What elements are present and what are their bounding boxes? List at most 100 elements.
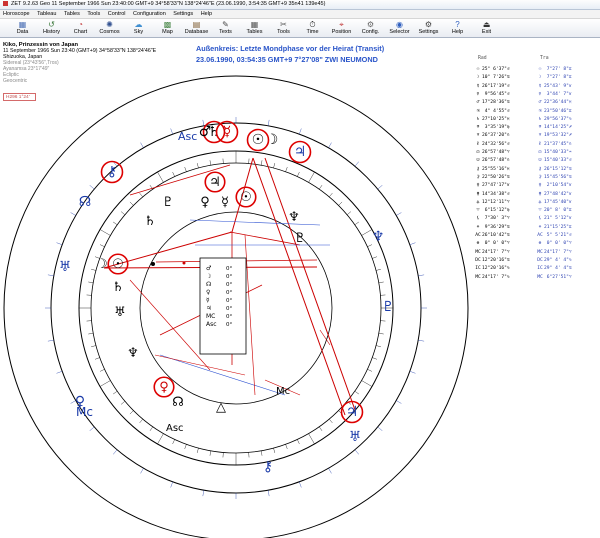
aspect-line [154, 354, 246, 376]
degree-tick [99, 380, 111, 387]
outer-tick [267, 119, 270, 126]
outer-tick [89, 185, 95, 190]
jupiter-inner-circled-icon: ♃ [209, 175, 221, 190]
aspect-glyph: ☊ [206, 281, 211, 288]
degree-tick [372, 357, 378, 360]
degree-tick [329, 418, 333, 424]
uranus-outer-2-icon: ♅ [349, 429, 362, 445]
degree-tick [157, 433, 164, 445]
pluto-outer-icon: ♇ [382, 299, 395, 315]
outer-tick [70, 212, 76, 216]
degree-tick [184, 166, 187, 172]
aspect-glyph: ♃ [206, 305, 211, 312]
aspect-orb: 0° [226, 274, 232, 280]
outer-tick [89, 426, 95, 431]
degree-tick [308, 171, 315, 183]
degree-tick [113, 391, 118, 395]
outer-tick [328, 142, 332, 148]
outer-tick [170, 481, 173, 488]
mc-label-inner: Mc [276, 386, 290, 397]
degree-tick [297, 171, 300, 177]
degree-tick [149, 426, 153, 431]
aspect-glyph: MC [206, 313, 215, 320]
aspect-orb: 0° [226, 298, 232, 304]
degree-tick [329, 192, 333, 198]
degree-tick [319, 185, 323, 190]
node-inner-icon: ☊ [172, 395, 184, 410]
degree-tick [376, 268, 381, 271]
degree-tick [129, 410, 134, 415]
outer-tick [267, 490, 270, 497]
aspect-line [229, 231, 301, 246]
degree-tick [260, 450, 263, 456]
neptune-inner-icon: ♆ [288, 210, 300, 225]
axis-dot [151, 262, 155, 266]
triangle-inner-icon: △ [216, 400, 226, 415]
aspect-line [159, 354, 286, 396]
outer-tick [377, 185, 383, 190]
degree-tick [297, 439, 300, 445]
outer-tick [47, 339, 54, 342]
moon-inner-circled-icon: ☉ [112, 257, 124, 272]
degree-tick [354, 391, 359, 395]
degree-tick [260, 160, 263, 166]
aspect-glyph: ♂ [206, 265, 211, 272]
degree-tick [378, 281, 384, 284]
venus-inner-icon: ♀ [200, 195, 210, 210]
outer-tick [354, 449, 359, 455]
degree-tick [120, 211, 126, 215]
aspect-line [252, 157, 346, 416]
uranus-inner-icon: ♅ [114, 305, 126, 320]
degree-tick [99, 229, 111, 236]
degree-tick [354, 221, 359, 225]
degree-tick [196, 448, 199, 453]
chiron-outer-2-icon: ⚷ [263, 459, 273, 475]
chiron-outer-circled-icon: ⚷ [107, 164, 117, 180]
outer-tick [409, 242, 416, 245]
degree-tick [285, 166, 288, 172]
outer-tick [396, 212, 402, 216]
aspect-orb: 0° [226, 290, 232, 296]
degree-tick [273, 448, 276, 453]
aspect-line [264, 157, 356, 411]
aspect-glyph: ♀ [206, 289, 210, 296]
aspect-line [129, 279, 211, 371]
outer-tick [56, 242, 63, 245]
degree-tick [120, 401, 126, 405]
neptune-inner-2-icon: ♆ [127, 346, 139, 361]
degree-tick [367, 369, 373, 372]
node-outer-icon: ☊ [79, 194, 91, 210]
aspect-line [189, 219, 321, 226]
moon-outer-icon: ☽ [266, 132, 279, 148]
degree-tick [172, 171, 175, 177]
degree-tick [139, 418, 143, 424]
aspect-orb: 0° [226, 314, 232, 320]
degree-tick [129, 201, 134, 206]
outer-tick [202, 490, 205, 497]
degree-tick [172, 439, 175, 445]
asc-label-outer: Asc [178, 130, 197, 143]
aspect-line [244, 234, 256, 396]
outer-tick [354, 161, 359, 167]
aspect-glyph: ☿ [206, 297, 210, 304]
mercury-inner-icon: ☿ [221, 195, 229, 210]
horoscope-wheel[interactable]: ♄♂ ☿ ☉ ☽♃⚷☊♅♆♇♀♃♅⚷♃♀ ☿ ☉♇♆♄☉☽♄♅♆♇♀☊ △ ♂ 0°☽ 0°☊ 0… [0, 0, 600, 538]
outer-tick [299, 128, 302, 135]
degree-tick [91, 345, 96, 348]
pluto-inner-2-icon: ♇ [294, 231, 306, 246]
degree-tick [94, 357, 100, 360]
degree-tick [99, 369, 105, 372]
jupiter-outer-circled-icon: ♃ [294, 144, 307, 160]
degree-tick [209, 450, 212, 456]
neptune-outer-icon: ♆ [372, 229, 385, 245]
degree-tick [361, 229, 373, 236]
outer-tick [418, 274, 425, 277]
saturn-inner-2-icon: ♄ [144, 214, 156, 229]
degree-tick [372, 256, 378, 259]
mars-outer-icon: ♂ [199, 124, 212, 140]
outer-tick [170, 128, 173, 135]
degree-tick [338, 201, 343, 206]
aspect-orb: 0° [226, 322, 232, 328]
outer-tick [409, 371, 416, 374]
degree-tick [378, 332, 384, 335]
